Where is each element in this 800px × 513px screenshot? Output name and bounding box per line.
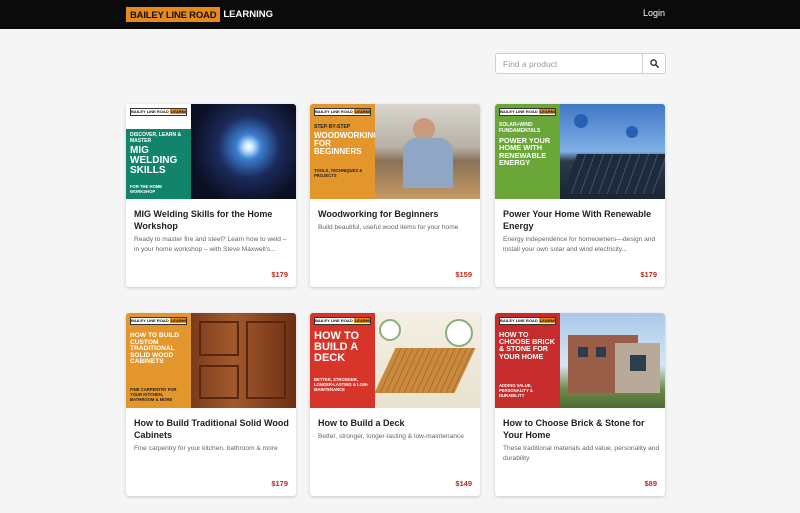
thumbnail-brand: BAILEY LINE ROAD LEARNING <box>130 317 187 325</box>
product-title[interactable]: How to Build Traditional Solid Wood Cabi… <box>134 417 289 441</box>
logo-text-secondary: LEARNING <box>223 9 273 20</box>
login-link[interactable]: Login <box>643 8 665 18</box>
product-title[interactable]: MIG Welding Skills for the Home Workshop <box>134 208 289 232</box>
thumbnail-text-panel: BAILEY LINE ROAD LEARNING How to Build C… <box>126 313 191 408</box>
product-price: $179 <box>271 479 288 488</box>
product-thumbnail[interactable]: BAILEY LINE ROAD LEARNING How to Build a… <box>310 313 480 408</box>
logo-text-primary: BAILEY LINE ROAD <box>126 7 221 22</box>
cabinets-photo <box>191 313 296 408</box>
woodworker-photo <box>375 104 480 199</box>
house-photo <box>560 313 665 408</box>
product-thumbnail[interactable]: BAILEY LINE ROAD LEARNING Discover, Lear… <box>126 104 296 199</box>
product-price: $179 <box>271 270 288 279</box>
product-description: Energy independence for homeowners—desig… <box>503 236 656 253</box>
product-search <box>495 53 666 74</box>
product-thumbnail[interactable]: BAILEY LINE ROAD LEARNING How to Build C… <box>126 313 296 408</box>
product-description: Build beautiful, useful wood items for y… <box>318 224 459 231</box>
product-card[interactable]: BAILEY LINE ROAD LEARNING How to Build a… <box>310 313 480 496</box>
thumbnail-text-panel: BAILEY LINE ROAD LEARNING Step-by-Step W… <box>310 104 379 199</box>
product-title[interactable]: How to Build a Deck <box>318 417 473 429</box>
thumbnail-brand: BAILEY LINE ROAD LEARNING <box>499 317 556 325</box>
product-thumbnail[interactable]: BAILEY LINE ROAD LEARNING Solar+Wind Fun… <box>495 104 665 199</box>
product-card[interactable]: BAILEY LINE ROAD LEARNING How to Build C… <box>126 313 296 496</box>
product-description: Better, stronger, longer-lasting & low-m… <box>318 433 464 440</box>
product-card[interactable]: BAILEY LINE ROAD LEARNING How to Choose … <box>495 313 665 496</box>
product-title[interactable]: Power Your Home With Renewable Energy <box>503 208 658 232</box>
top-navbar: BAILEY LINE ROAD LEARNING Login <box>0 0 800 29</box>
site-logo[interactable]: BAILEY LINE ROAD LEARNING <box>126 7 276 22</box>
product-card[interactable]: BAILEY LINE ROAD LEARNING Discover, Lear… <box>126 104 296 287</box>
thumbnail-brand: BAILEY LINE ROAD LEARNING <box>130 108 187 116</box>
product-price: $89 <box>644 479 657 488</box>
search-button[interactable] <box>642 53 666 74</box>
product-title[interactable]: Woodworking for Beginners <box>318 208 473 220</box>
thumbnail-brand: BAILEY LINE ROAD LEARNING <box>314 317 371 325</box>
search-icon <box>649 59 659 68</box>
product-title[interactable]: How to Choose Brick & Stone for Your Hom… <box>503 417 658 441</box>
thumbnail-brand: BAILEY LINE ROAD LEARNING <box>499 108 556 116</box>
product-price: $149 <box>455 479 472 488</box>
product-description: Ready to master fire and steel? Learn ho… <box>134 236 287 253</box>
product-description: Fine carpentry for your kitchen, bathroo… <box>134 445 278 452</box>
product-description: These traditional materials add value, p… <box>503 445 660 462</box>
product-price: $159 <box>455 270 472 279</box>
thumbnail-text-panel: BAILEY LINE ROAD LEARNING Solar+Wind Fun… <box>495 104 560 199</box>
product-thumbnail[interactable]: BAILEY LINE ROAD LEARNING Step-by-Step W… <box>310 104 480 199</box>
solar-photo <box>560 104 665 199</box>
product-price: $179 <box>640 270 657 279</box>
product-thumbnail[interactable]: BAILEY LINE ROAD LEARNING How to Choose … <box>495 313 665 408</box>
thumbnail-text-panel: BAILEY LINE ROAD LEARNING How to Choose … <box>495 313 560 408</box>
thumbnail-brand: BAILEY LINE ROAD LEARNING <box>314 108 371 116</box>
welding-photo <box>191 104 296 199</box>
deck-illustration <box>374 313 480 408</box>
thumbnail-text-panel: BAILEY LINE ROAD LEARNING How to Build a… <box>310 313 375 408</box>
search-input[interactable] <box>495 53 642 74</box>
thumbnail-text-panel: BAILEY LINE ROAD LEARNING Discover, Lear… <box>126 104 191 199</box>
product-card[interactable]: BAILEY LINE ROAD LEARNING Step-by-Step W… <box>310 104 480 287</box>
product-card[interactable]: BAILEY LINE ROAD LEARNING Solar+Wind Fun… <box>495 104 665 287</box>
